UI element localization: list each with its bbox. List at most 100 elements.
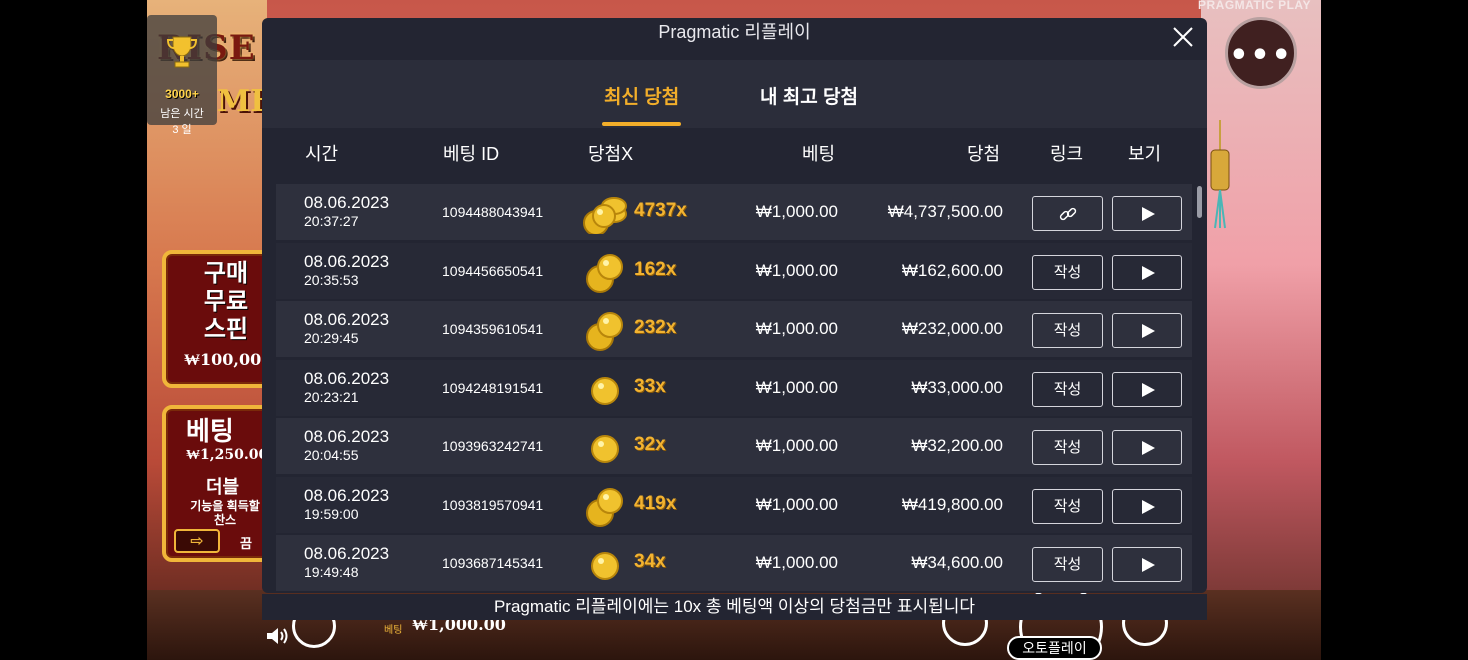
- create-link-button[interactable]: 작성: [1032, 371, 1103, 407]
- tournament-time-label: 남은 시간: [160, 108, 204, 120]
- row-win: ₩32,200.00: [911, 436, 1003, 455]
- tournament-widget[interactable]: 3000+ 남은 시간 3 일: [147, 15, 217, 136]
- row-win: ₩232,000.00: [901, 319, 1003, 338]
- row-date: 08.06.2023: [304, 368, 390, 388]
- table-row: 08.06.2023 19:49:48 1093687145341 34x ₩1,000…: [276, 535, 1192, 591]
- play-replay-button[interactable]: [1112, 196, 1182, 231]
- row-date: 08.06.2023: [304, 485, 390, 505]
- col-link: 링크: [1050, 144, 1084, 164]
- replay-modal: Pragmatic 리플레이 최신 당첨 내 최고 당첨 시간 베팅 ID 당첨…: [262, 18, 1207, 593]
- tab-latest-wins-label: 최신 당첨: [604, 87, 680, 108]
- row-win: ₩419,800.00: [901, 494, 1003, 514]
- footer-note: Pragmatic 리플레이에는 10x 총 베팅액 이상의 당첨금만 표시됩니…: [262, 594, 1207, 620]
- table-row: 08.06.2023 20:04:55 1093963242741 32x ₩1,000…: [276, 418, 1192, 474]
- results-list: 08.06.2023 20:37:27 1094488043941 4737x ₩1,0…: [276, 184, 1192, 591]
- play-icon: [1142, 265, 1155, 280]
- row-bet-id: 1094456650541: [442, 262, 544, 279]
- tab-my-best-wins[interactable]: 내 최고 당첨: [760, 82, 858, 109]
- play-icon: [1142, 324, 1155, 338]
- row-bet: ₩1,000.00: [755, 319, 838, 338]
- play-replay-button[interactable]: [1112, 488, 1182, 524]
- menu-button[interactable]: •••: [1225, 17, 1297, 89]
- speaker-icon[interactable]: [265, 626, 289, 646]
- play-icon: [1142, 382, 1155, 397]
- buy-free-spins-card[interactable]: 구매 무료 스핀 ₩100,000: [162, 250, 272, 388]
- table-row: 08.06.2023 20:29:45 1094359610541 232x ₩1,00…: [276, 301, 1192, 357]
- col-bet-id: 베팅 ID: [443, 144, 500, 164]
- modal-title: Pragmatic 리플레이: [658, 22, 811, 42]
- play-replay-button[interactable]: [1112, 547, 1182, 582]
- row-date: 08.06.2023: [304, 427, 390, 446]
- table-row: 08.06.2023 19:59:00 1093819570941 419x ₩1,00…: [276, 476, 1192, 533]
- bottom-bet-label: 베팅: [384, 625, 403, 636]
- lantern-ornament: [1210, 120, 1230, 229]
- ante-bet-card[interactable]: 베팅 ₩1,250.00 더블 기능을 획득할 찬스 ⇨ 끔: [162, 405, 272, 562]
- tab-my-best-wins-label: 내 최고 당첨: [760, 87, 858, 108]
- row-time: 19:59:00: [304, 505, 359, 522]
- provider-logo: PRAGMATIC PLAY: [1197, 0, 1311, 12]
- row-time: 19:49:48: [304, 564, 359, 580]
- row-date: 08.06.2023: [304, 193, 390, 212]
- row-bet-id: 1093963242741: [442, 438, 544, 454]
- row-bet: ₩1,000.00: [755, 377, 838, 397]
- play-replay-button[interactable]: [1112, 371, 1182, 407]
- close-icon[interactable]: [1170, 24, 1196, 50]
- tournament-time-value: 3 일: [172, 124, 192, 136]
- row-time: 20:23:21: [304, 388, 359, 405]
- table-row: 08.06.2023 20:23:21 1094248191541 33x ₩1,000…: [276, 359, 1192, 416]
- bet-card-subtitle: 기능을 획득할 찬스: [190, 499, 260, 527]
- play-replay-button[interactable]: [1112, 313, 1182, 348]
- tab-latest-wins[interactable]: 최신 당첨: [602, 82, 682, 126]
- row-multiplier: 162x: [634, 258, 677, 280]
- create-link-button[interactable]: 작성: [1032, 313, 1103, 348]
- row-multiplier: 33x: [634, 375, 666, 397]
- row-time: 20:35:53: [304, 271, 359, 288]
- row-bet: ₩1,000.00: [755, 260, 838, 280]
- row-date: 08.06.2023: [304, 251, 390, 271]
- coin-icon: [583, 197, 627, 234]
- coin-icon: [591, 435, 619, 463]
- ante-bet-toggle[interactable]: ⇨: [174, 529, 220, 553]
- coin-icon: [591, 376, 619, 405]
- table-row: 08.06.2023 20:35:53 1094456650541 162x ₩1,00…: [276, 242, 1192, 299]
- bet-card-double: 더블: [206, 477, 240, 497]
- row-win: ₩33,000.00: [911, 377, 1003, 397]
- link-button[interactable]: [1032, 196, 1103, 231]
- row-multiplier: 4737x: [634, 200, 687, 221]
- create-link-button[interactable]: 작성: [1032, 488, 1103, 524]
- row-time: 20:29:45: [304, 330, 359, 346]
- row-multiplier: 34x: [634, 551, 666, 572]
- play-icon: [1142, 207, 1155, 221]
- row-time: 20:37:27: [304, 213, 359, 229]
- row-bet-id: 1094488043941: [442, 204, 544, 220]
- row-bet: ₩1,000.00: [755, 436, 838, 455]
- row-multiplier: 232x: [634, 317, 677, 338]
- autoplay-button[interactable]: 오토플레이: [1007, 636, 1102, 660]
- create-link-button[interactable]: 작성: [1032, 254, 1103, 290]
- create-link-button[interactable]: 작성: [1032, 547, 1103, 582]
- col-bet: 베팅: [802, 144, 836, 164]
- coin-icon: [586, 312, 623, 351]
- bet-card-title: 베팅: [186, 416, 234, 446]
- row-bet: ₩1,000.00: [755, 553, 838, 572]
- screen: RISE MEG 3000+ 남은 시간 3 일 구매 무료 스핀 ₩100,0…: [0, 0, 1468, 660]
- scrollbar-thumb[interactable]: [1197, 186, 1202, 218]
- play-replay-button[interactable]: [1112, 430, 1182, 465]
- col-multiplier: 당첨X: [588, 144, 634, 164]
- play-replay-button[interactable]: [1112, 254, 1182, 290]
- row-multiplier: 32x: [634, 434, 666, 455]
- col-time: 시간: [305, 144, 339, 164]
- more-dots-icon: •••: [1229, 38, 1293, 73]
- buy-card-price: ₩100,000: [184, 350, 272, 369]
- row-bet-id: 1093687145341: [442, 555, 544, 571]
- play-icon: [1142, 499, 1155, 514]
- row-bet-id: 1094359610541: [442, 321, 544, 337]
- buy-card-title: 구매 무료 스핀: [203, 260, 249, 343]
- row-win: ₩4,737,500.00: [887, 202, 1003, 221]
- tournament-count: 3000+: [165, 87, 199, 101]
- col-win: 당첨: [967, 144, 1001, 164]
- bet-card-price: ₩1,250.00: [186, 447, 269, 463]
- create-link-button[interactable]: 작성: [1032, 430, 1103, 465]
- ante-bet-toggle-label: 끔: [240, 536, 252, 551]
- row-bet: ₩1,000.00: [755, 494, 838, 514]
